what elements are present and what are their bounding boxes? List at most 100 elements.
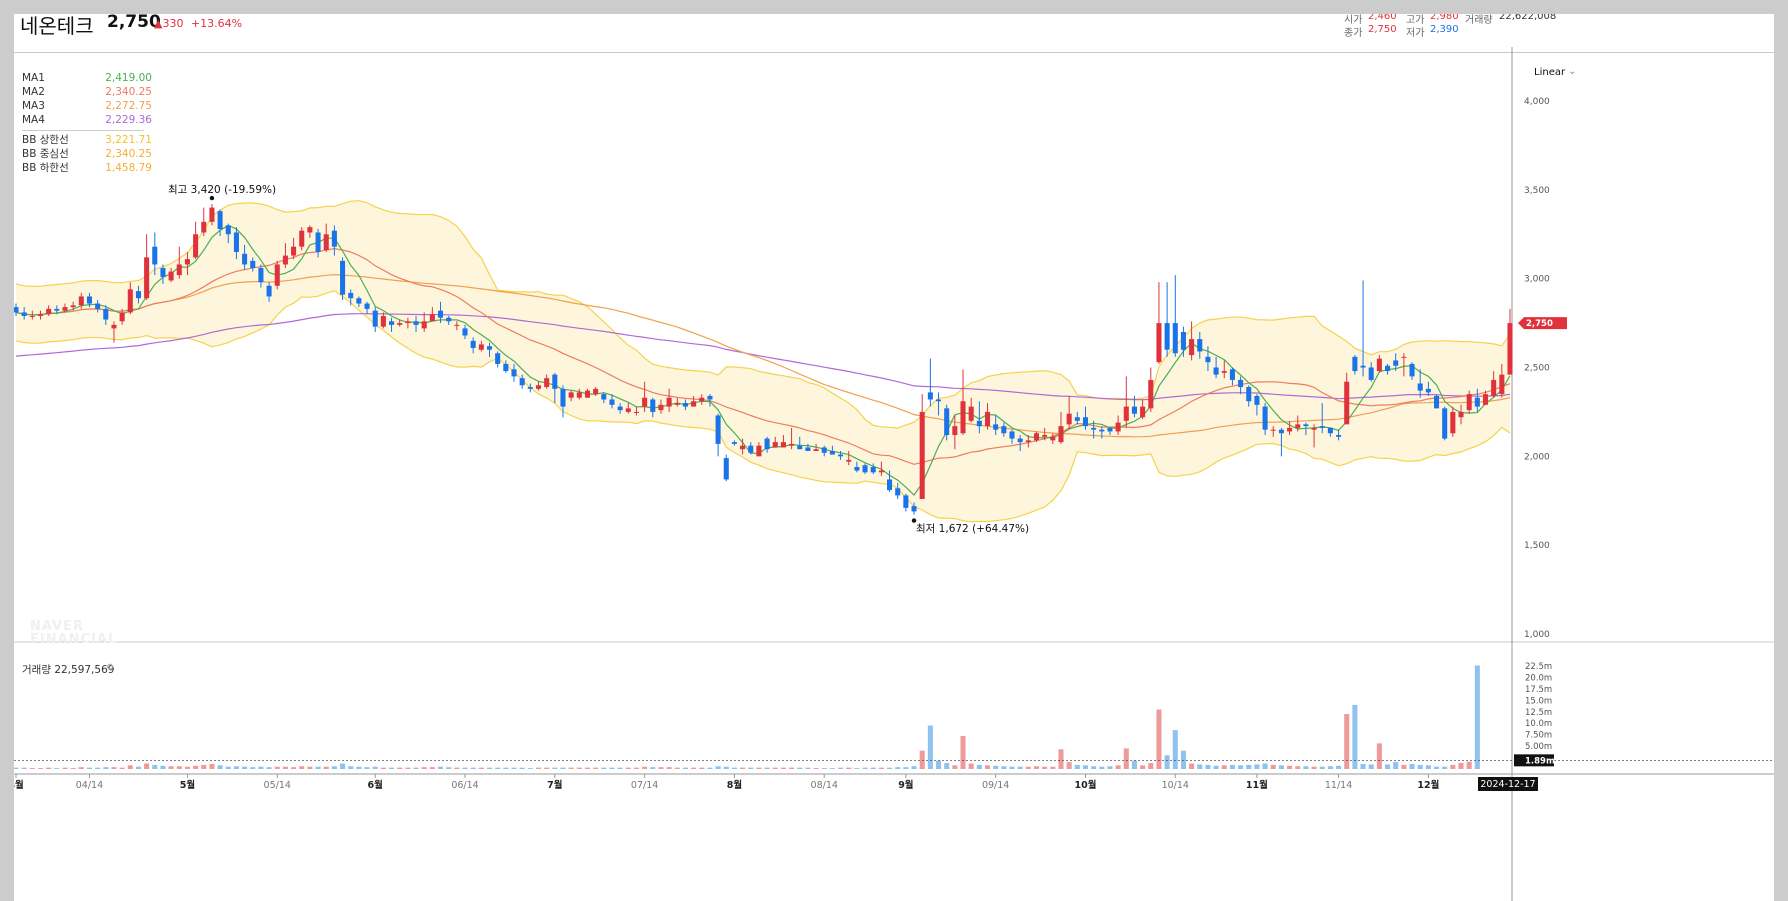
low-annotation-text: 1,672 (+64.47%) (938, 523, 1030, 535)
candle-body (225, 225, 231, 235)
candle-body (952, 426, 958, 436)
volume-bar (960, 736, 966, 769)
candle (715, 413, 721, 457)
candle-body (968, 406, 974, 421)
candle-body (723, 458, 729, 480)
volume-bar (723, 766, 729, 769)
candle-body (1197, 339, 1203, 352)
volume-bar (144, 763, 150, 769)
volume-bar (397, 767, 403, 769)
candle-body (478, 344, 484, 350)
volume-bar (1368, 764, 1374, 769)
candle-body (103, 308, 109, 320)
volume-bar (478, 767, 484, 769)
candle-body (1189, 339, 1195, 356)
candle-body (1450, 411, 1456, 434)
volume-tick-label: 7.50m (1525, 731, 1552, 741)
volume-bar (1189, 763, 1195, 769)
candle-body (70, 305, 76, 308)
candle (944, 404, 950, 441)
volume-bar (176, 766, 182, 769)
volume-bar (160, 765, 166, 769)
candle-body (135, 291, 141, 299)
candle-body (797, 445, 803, 450)
candle-body (1180, 331, 1186, 350)
candle-body (1213, 367, 1219, 375)
volume-bar (1344, 714, 1350, 769)
volume-bar (748, 767, 754, 769)
candle-body (331, 230, 337, 247)
candle-body (1148, 379, 1154, 409)
volume-bar (821, 768, 827, 769)
volume-bar (813, 768, 819, 769)
candle-body (560, 388, 566, 407)
volume-bar (976, 764, 982, 769)
candle-body (1091, 427, 1097, 430)
high-annotation-prefix: 최고 (168, 184, 191, 196)
volume-bar (323, 766, 329, 769)
volume-bar (348, 766, 354, 769)
chevron-down-icon[interactable]: ⌄ (1568, 66, 1576, 77)
candle-body (233, 232, 239, 253)
candle-body (511, 369, 517, 377)
volume-bar (731, 767, 737, 769)
x-tick-label: 11월 (1246, 779, 1268, 791)
candle (903, 493, 909, 512)
volume-bar (1327, 766, 1333, 769)
volume-bar (1123, 748, 1129, 769)
candle-body (960, 401, 966, 434)
candle-body (54, 308, 60, 311)
volume-bar (274, 766, 280, 769)
naver-financial-watermark: NAVER FINANCIAL (30, 620, 117, 646)
settings-icon[interactable]: ⚙ (106, 663, 114, 673)
x-tick-label: 5월 (180, 779, 195, 791)
candle-body (609, 399, 615, 405)
volume-bar (1148, 763, 1154, 769)
candle-body (772, 442, 778, 448)
candle-body (364, 303, 370, 309)
volume-bar (993, 765, 999, 769)
y-tick-label: 3,000 (1524, 275, 1550, 285)
volume-bar (1385, 764, 1391, 769)
candle-body (1172, 323, 1178, 354)
volume-bar (1319, 766, 1325, 769)
ma-legend-label: MA3 (22, 100, 45, 112)
x-tick-label: 8월 (727, 779, 742, 791)
candle-body (454, 324, 460, 326)
volume-bar (740, 767, 746, 769)
candle-body (625, 408, 631, 412)
candle-body (95, 303, 101, 309)
volume-bar (225, 766, 231, 769)
volume-bar (1025, 766, 1031, 769)
volume-bar (1131, 760, 1137, 769)
volume-bar (1009, 766, 1015, 769)
scale-toggle-button[interactable]: Linear (1534, 67, 1565, 78)
candle-body (307, 227, 313, 233)
x-tick-label: 07/14 (631, 780, 658, 791)
volume-bar (511, 767, 517, 769)
candle-body (380, 315, 386, 327)
volume-bar (968, 763, 974, 769)
volume-bar (331, 766, 337, 769)
x-tick-label: 10/14 (1162, 780, 1189, 791)
candle-body (1001, 426, 1007, 434)
volume-bar (1262, 763, 1268, 769)
candle-body (62, 307, 68, 311)
volume-bar (340, 763, 346, 769)
volume-bar (1417, 764, 1423, 769)
ma-legend-label: MA1 (22, 72, 45, 84)
volume-bar (1442, 766, 1448, 769)
x-tick-label: 04/14 (76, 780, 103, 791)
watermark-line-2: FINANCIAL (30, 632, 118, 647)
volume-bar (829, 768, 835, 769)
volume-bar (1082, 765, 1089, 769)
price-chart[interactable]: 4,000 3,500 3,000 2,500 2,000 1,500 1,000 22.5m… (14, 14, 1774, 901)
current-date-tag-label: 2024-12-17 (1480, 779, 1535, 790)
candle-body (37, 314, 44, 316)
candle-body (282, 255, 288, 265)
candle-body (1336, 435, 1342, 437)
volume-bar (699, 767, 705, 769)
candle-body (470, 340, 476, 348)
candle-body (715, 415, 721, 444)
volume-bar (380, 767, 386, 769)
